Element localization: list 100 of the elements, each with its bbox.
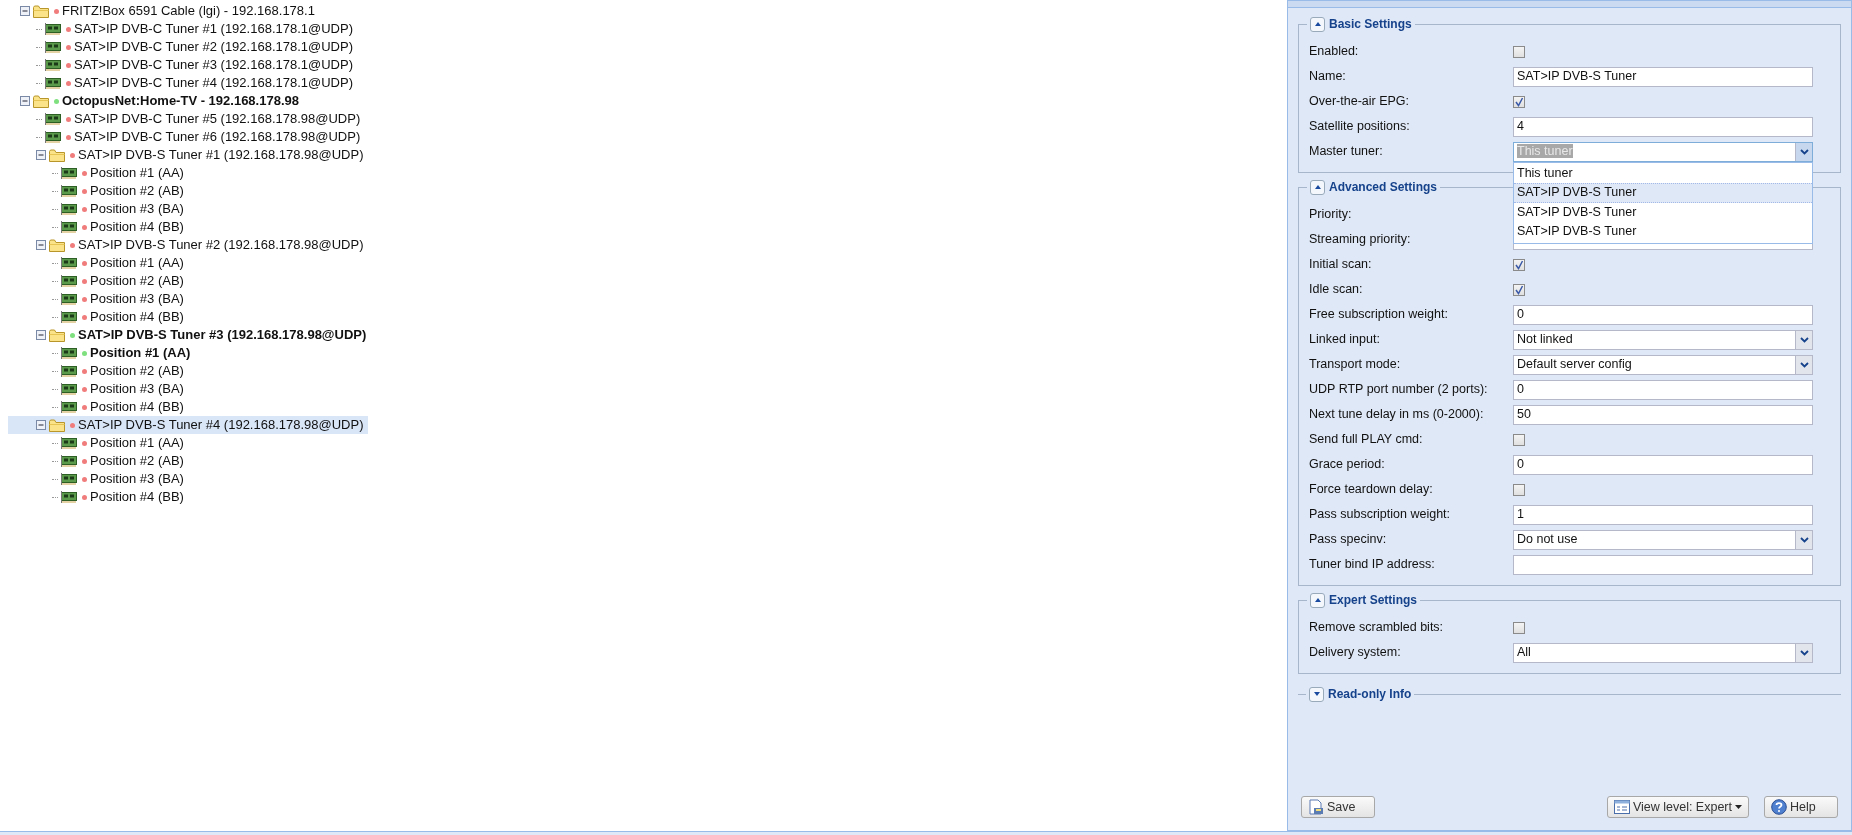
tree-row[interactable]: Position #3 (BA): [52, 290, 188, 308]
tuner-card-icon: [61, 365, 77, 377]
tree-row[interactable]: SAT>IP DVB-C Tuner #3 (192.168.178.1@UDP): [36, 56, 357, 74]
dropdown-option[interactable]: SAT>IP DVB-S Tuner: [1514, 222, 1812, 242]
tree-row[interactable]: FRITZ!Box 6591 Cable (lgi) - 192.168.178.1: [20, 2, 319, 20]
tree-label: Position #2 (AB): [90, 272, 184, 291]
caret-icon: [1735, 805, 1742, 809]
save-button[interactable]: Save: [1301, 796, 1375, 818]
dropdown-field[interactable]: Do not use: [1513, 529, 1813, 550]
field-label: Delivery system:: [1309, 644, 1402, 662]
tuner-card-icon: [61, 275, 77, 287]
expand-button[interactable]: [1309, 686, 1324, 702]
field-label: Free subscription weight:: [1309, 306, 1449, 324]
tree-label: SAT>IP DVB-S Tuner #3 (192.168.178.98@UDP): [78, 326, 367, 345]
dropdown-field[interactable]: Not linked: [1513, 329, 1813, 350]
input-field[interactable]: 0: [1513, 304, 1813, 325]
collapse-icon[interactable]: [36, 240, 46, 250]
dropdown-trigger[interactable]: [1795, 530, 1812, 549]
field-label: Enabled:: [1309, 43, 1360, 61]
tuner-card-icon: [61, 167, 77, 179]
input-field[interactable]: 1: [1513, 504, 1813, 525]
menu-button[interactable]: View level: Expert: [1606, 796, 1749, 818]
tree-row[interactable]: Position #2 (AB): [52, 452, 188, 470]
checkbox[interactable]: [1513, 258, 1525, 271]
field-value: Not linked: [1517, 332, 1573, 347]
collapse-button[interactable]: [1310, 16, 1325, 32]
tree-label: Position #4 (BB): [90, 398, 184, 417]
list-view-icon: [1613, 800, 1630, 814]
tree-row[interactable]: SAT>IP DVB-C Tuner #1 (192.168.178.1@UDP): [36, 20, 357, 38]
dropdown-trigger[interactable]: [1795, 355, 1812, 374]
tree-row[interactable]: Position #4 (BB): [52, 398, 188, 416]
field-label: Remove scrambled bits:: [1309, 619, 1445, 637]
tree-row[interactable]: SAT>IP DVB-C Tuner #6 (192.168.178.98@UDP): [36, 128, 365, 146]
tree-row[interactable]: SAT>IP DVB-S Tuner #1 (192.168.178.98@UDP): [36, 146, 368, 164]
tree-row[interactable]: Position #2 (AB): [52, 362, 188, 380]
collapse-button[interactable]: [1310, 179, 1325, 195]
tree-row[interactable]: SAT>IP DVB-C Tuner #2 (192.168.178.1@UDP): [36, 38, 357, 56]
tuner-card-icon: [61, 473, 77, 485]
chevron-down-icon: [1799, 148, 1809, 155]
dropdown-option[interactable]: This tuner: [1514, 163, 1812, 183]
document-save-icon: [1308, 799, 1324, 815]
tree-row[interactable]: Position #1 (AA): [52, 254, 188, 272]
tree-row[interactable]: Position #3 (BA): [52, 200, 188, 218]
tree-row[interactable]: Position #4 (BB): [52, 308, 188, 326]
help-icon: [1771, 799, 1787, 815]
checkbox[interactable]: [1513, 621, 1525, 634]
folder-icon: [33, 4, 49, 18]
tree-row[interactable]: SAT>IP DVB-S Tuner #4 (192.168.178.98@UDP): [8, 416, 368, 434]
tree-row[interactable]: Position #3 (BA): [52, 470, 188, 488]
checkbox[interactable]: [1513, 45, 1525, 58]
input-field[interactable]: 50: [1513, 404, 1813, 425]
checkbox[interactable]: [1513, 433, 1525, 446]
input-field[interactable]: 0: [1513, 379, 1813, 400]
tree-row[interactable]: Position #4 (BB): [52, 218, 188, 236]
collapse-button[interactable]: [1310, 592, 1325, 608]
tree-label: Position #3 (BA): [90, 290, 184, 309]
collapse-icon[interactable]: [36, 330, 46, 340]
field-value: Default server config: [1517, 357, 1632, 372]
help-button[interactable]: Help: [1764, 796, 1838, 818]
field-value: This tuner: [1517, 144, 1573, 159]
tree-label: SAT>IP DVB-C Tuner #3 (192.168.178.1@UDP): [74, 56, 353, 75]
input-field[interactable]: 0: [1513, 454, 1813, 475]
tree-row[interactable]: Position #1 (AA): [52, 344, 195, 362]
chevron-down-icon: [1799, 649, 1809, 656]
tree-row[interactable]: SAT>IP DVB-C Tuner #4 (192.168.178.1@UDP): [36, 74, 357, 92]
checkbox[interactable]: [1513, 483, 1525, 496]
dropdown-trigger[interactable]: [1795, 643, 1812, 662]
checkbox[interactable]: [1513, 95, 1525, 108]
tree-row[interactable]: Position #1 (AA): [52, 434, 188, 452]
field-label: Transport mode:: [1309, 356, 1402, 374]
tree-label: Position #2 (AB): [90, 182, 184, 201]
checkbox[interactable]: [1513, 283, 1525, 296]
tree-row[interactable]: Position #2 (AB): [52, 272, 188, 290]
tree-row[interactable]: Position #4 (BB): [52, 488, 188, 506]
collapse-icon[interactable]: [36, 420, 46, 430]
dropdown-field[interactable]: All: [1513, 642, 1813, 663]
dropdown-field[interactable]: Default server config: [1513, 354, 1813, 375]
collapse-icon[interactable]: [20, 96, 30, 106]
tree-row[interactable]: OctopusNet:Home-TV - 192.168.178.98: [20, 92, 303, 110]
dropdown-option[interactable]: SAT>IP DVB-S Tuner: [1514, 183, 1812, 203]
chevron-down-icon: [1799, 336, 1809, 343]
dropdown-option[interactable]: SAT>IP DVB-S Tuner: [1514, 202, 1812, 222]
tree-row[interactable]: SAT>IP DVB-C Tuner #5 (192.168.178.98@UDP): [36, 110, 365, 128]
tree-label: Position #2 (AB): [90, 362, 184, 381]
tuner-card-icon: [61, 401, 77, 413]
input-field[interactable]: [1513, 554, 1813, 575]
tree-row[interactable]: Position #1 (AA): [52, 164, 188, 182]
tree-row[interactable]: SAT>IP DVB-S Tuner #3 (192.168.178.98@UDP): [36, 326, 371, 344]
tree-row[interactable]: Position #2 (AB): [52, 182, 188, 200]
input-field[interactable]: 4: [1513, 116, 1813, 137]
collapse-icon[interactable]: [36, 150, 46, 160]
dropdown-trigger[interactable]: [1795, 330, 1812, 349]
tuner-card-icon: [45, 59, 61, 71]
tree-row[interactable]: Position #3 (BA): [52, 380, 188, 398]
tree-row[interactable]: SAT>IP DVB-S Tuner #2 (192.168.178.98@UDP): [36, 236, 368, 254]
tuner-card-icon: [61, 293, 77, 305]
dropdown-trigger[interactable]: [1795, 142, 1812, 161]
collapse-icon[interactable]: [20, 6, 30, 16]
input-field[interactable]: SAT>IP DVB-S Tuner: [1513, 66, 1813, 87]
tree-label: OctopusNet:Home-TV - 192.168.178.98: [62, 92, 299, 111]
